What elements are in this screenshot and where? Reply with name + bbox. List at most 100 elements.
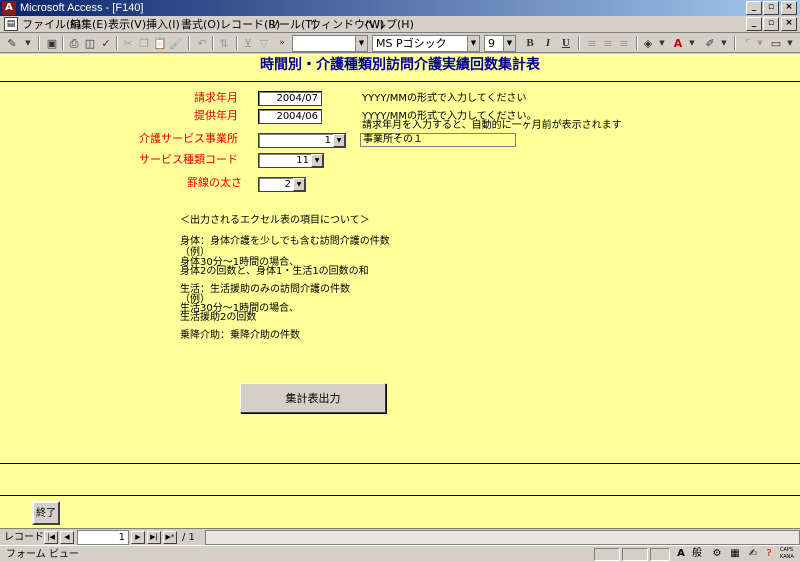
status-panel bbox=[594, 548, 620, 561]
footer-divider bbox=[0, 495, 800, 496]
new-record-icon[interactable]: ▶* bbox=[163, 531, 177, 544]
menu-format[interactable]: 書式(O) bbox=[181, 17, 220, 32]
service-month-field[interactable]: 2004/06 bbox=[258, 109, 322, 124]
view-icon[interactable]: ✎ bbox=[4, 36, 20, 51]
copy-icon[interactable]: ❐ bbox=[136, 36, 152, 51]
last-record-icon[interactable]: ▶| bbox=[147, 531, 161, 544]
office-name-field: 事業所その１ bbox=[360, 133, 516, 147]
menu-bar: ▤ ファイル(F) 編集(E) 表示(V) 挿入(I) 書式(O) レコード(R… bbox=[0, 16, 800, 33]
line-width-combo[interactable]: 2 ▼ bbox=[258, 177, 306, 192]
first-record-icon[interactable]: |◀ bbox=[44, 531, 58, 544]
print-icon[interactable]: ⎙ bbox=[66, 36, 82, 51]
sort-icon[interactable]: ⇅ bbox=[216, 36, 232, 51]
form-icon[interactable]: ▤ bbox=[4, 17, 18, 31]
doc-minimize-button[interactable]: _ bbox=[746, 17, 762, 31]
chevron-down-icon[interactable]: ▼ bbox=[293, 178, 305, 191]
toolbar-separator bbox=[116, 36, 118, 50]
special-effect-dropdown-icon[interactable]: ▼ bbox=[782, 36, 798, 51]
border-dropdown-icon[interactable]: ▼ bbox=[752, 36, 768, 51]
save-icon[interactable]: ▣ bbox=[44, 36, 60, 51]
filter-icon[interactable]: ▽ bbox=[256, 36, 272, 51]
ime-help-icon[interactable]: ? bbox=[762, 547, 776, 561]
print-preview-icon[interactable]: ◫ bbox=[82, 36, 98, 51]
window-controls: _ ▫ × bbox=[746, 1, 798, 15]
undo-icon[interactable]: ↶ bbox=[194, 36, 210, 51]
fill-color-dropdown-icon[interactable]: ▼ bbox=[654, 36, 670, 51]
ime-dictionary-icon[interactable]: ✍ bbox=[746, 547, 760, 561]
chevron-down-icon[interactable]: ▼ bbox=[355, 36, 367, 51]
output-summary-button[interactable]: 集計表出力 bbox=[240, 383, 386, 413]
paste-icon[interactable]: 📋 bbox=[152, 36, 168, 51]
formatting-toolbar: ✎ ▼ ▣ ⎙ ◫ ✓ ✂ ❐ 📋 🖌 ↶ ⇅ ⊻ ▽ » ▼ MS Pゴシック… bbox=[0, 33, 800, 53]
font-color-dropdown-icon[interactable]: ▼ bbox=[684, 36, 700, 51]
spelling-icon[interactable]: ✓ bbox=[98, 36, 114, 51]
toolbar-separator bbox=[236, 36, 238, 50]
font-size-combo[interactable]: 9 ▼ bbox=[484, 35, 516, 52]
italic-button[interactable]: I bbox=[540, 36, 556, 51]
service-code-value: 11 bbox=[296, 155, 309, 166]
toolbar-separator bbox=[578, 36, 580, 50]
exit-button[interactable]: 終了 bbox=[32, 501, 60, 525]
service-month-note-auto: 請求年月を入力すると、自動的に一ヶ月前が表示されます bbox=[362, 120, 622, 131]
header-divider bbox=[0, 81, 800, 82]
menu-insert[interactable]: 挿入(I) bbox=[146, 17, 180, 32]
menu-edit[interactable]: 編集(E) bbox=[70, 17, 108, 32]
view-dropdown-icon[interactable]: ▼ bbox=[20, 36, 36, 51]
horizontal-scrollbar[interactable] bbox=[205, 530, 800, 545]
doc-close-button[interactable]: × bbox=[781, 17, 797, 31]
ime-pad-icon[interactable]: ▦ bbox=[728, 547, 742, 561]
access-app-icon[interactable]: A bbox=[2, 1, 16, 15]
close-button[interactable]: × bbox=[781, 1, 797, 15]
toolbar-overflow-icon[interactable]: » bbox=[274, 36, 290, 51]
footer-divider bbox=[0, 463, 800, 464]
toolbar-separator bbox=[212, 36, 214, 50]
info-body-line: 身体2の回数と、身体1・生活1の回数の和 bbox=[180, 266, 369, 277]
toolbar-separator bbox=[734, 36, 736, 50]
chevron-down-icon[interactable]: ▼ bbox=[503, 36, 515, 51]
ime-convert-icon[interactable]: ⚙ bbox=[710, 547, 724, 561]
underline-button[interactable]: U bbox=[558, 36, 574, 51]
object-combo[interactable]: ▼ bbox=[292, 35, 368, 52]
office-combo[interactable]: 1 ▼ bbox=[258, 133, 346, 148]
record-label: レコード: bbox=[4, 532, 48, 543]
service-code-label: サービス種類コード bbox=[139, 153, 238, 166]
next-record-icon[interactable]: ▶ bbox=[131, 531, 145, 544]
align-center-icon[interactable]: ≡ bbox=[600, 36, 616, 51]
previous-record-icon[interactable]: ◀ bbox=[60, 531, 74, 544]
font-name-combo[interactable]: MS Pゴシック ▼ bbox=[372, 35, 480, 52]
menu-help[interactable]: ヘルプ(H) bbox=[364, 17, 414, 32]
info-body-line: 身体：身体介護を少しでも含む訪問介護の件数 bbox=[180, 236, 390, 247]
align-right-icon[interactable]: ≡ bbox=[616, 36, 632, 51]
restore-button[interactable]: ▫ bbox=[763, 1, 779, 15]
doc-restore-button[interactable]: ▫ bbox=[763, 17, 779, 31]
minimize-button[interactable]: _ bbox=[746, 1, 762, 15]
billing-month-field[interactable]: 2004/07 bbox=[258, 91, 322, 106]
menu-view[interactable]: 表示(V) bbox=[108, 17, 146, 32]
office-combo-value: 1 bbox=[324, 135, 331, 146]
billing-month-label: 請求年月 bbox=[194, 91, 238, 104]
service-code-combo[interactable]: 11 ▼ bbox=[258, 153, 324, 168]
title-bar: A Microsoft Access - [F140] _ ▫ × bbox=[0, 0, 800, 16]
toolbar-separator bbox=[62, 36, 64, 50]
chevron-down-icon[interactable]: ▼ bbox=[467, 36, 479, 51]
office-label: 介護サービス事業所 bbox=[139, 132, 238, 145]
status-bar: フォーム ビュー A 般 ⚙ ▦ ✍ ? CAPS KANA bbox=[0, 545, 800, 562]
info-heading: ＜出力されるエクセル表の項目について＞ bbox=[180, 215, 370, 226]
form-title: 時間別・介護種類別訪問介護実績回数集計表 bbox=[260, 57, 540, 73]
current-record-field[interactable]: 1 bbox=[77, 530, 129, 545]
billing-month-note: YYYY/MMの形式で入力してください bbox=[362, 93, 527, 104]
align-left-icon[interactable]: ≡ bbox=[584, 36, 600, 51]
format-painter-icon[interactable]: 🖌 bbox=[168, 36, 184, 51]
cut-icon[interactable]: ✂ bbox=[120, 36, 136, 51]
chevron-down-icon[interactable]: ▼ bbox=[333, 134, 345, 147]
info-transfer-line: 乗降介助：乗降介助の件数 bbox=[180, 330, 300, 341]
bold-button[interactable]: B bbox=[522, 36, 538, 51]
ime-icon[interactable]: A bbox=[674, 547, 688, 561]
chevron-down-icon[interactable]: ▼ bbox=[311, 154, 323, 167]
record-total: / 1 bbox=[182, 532, 195, 543]
font-name-value: MS Pゴシック bbox=[376, 37, 447, 50]
line-color-dropdown-icon[interactable]: ▼ bbox=[716, 36, 732, 51]
status-panel bbox=[650, 548, 670, 561]
filter-by-selection-icon[interactable]: ⊻ bbox=[240, 36, 256, 51]
ime-mode-label[interactable]: 般 bbox=[690, 547, 704, 561]
